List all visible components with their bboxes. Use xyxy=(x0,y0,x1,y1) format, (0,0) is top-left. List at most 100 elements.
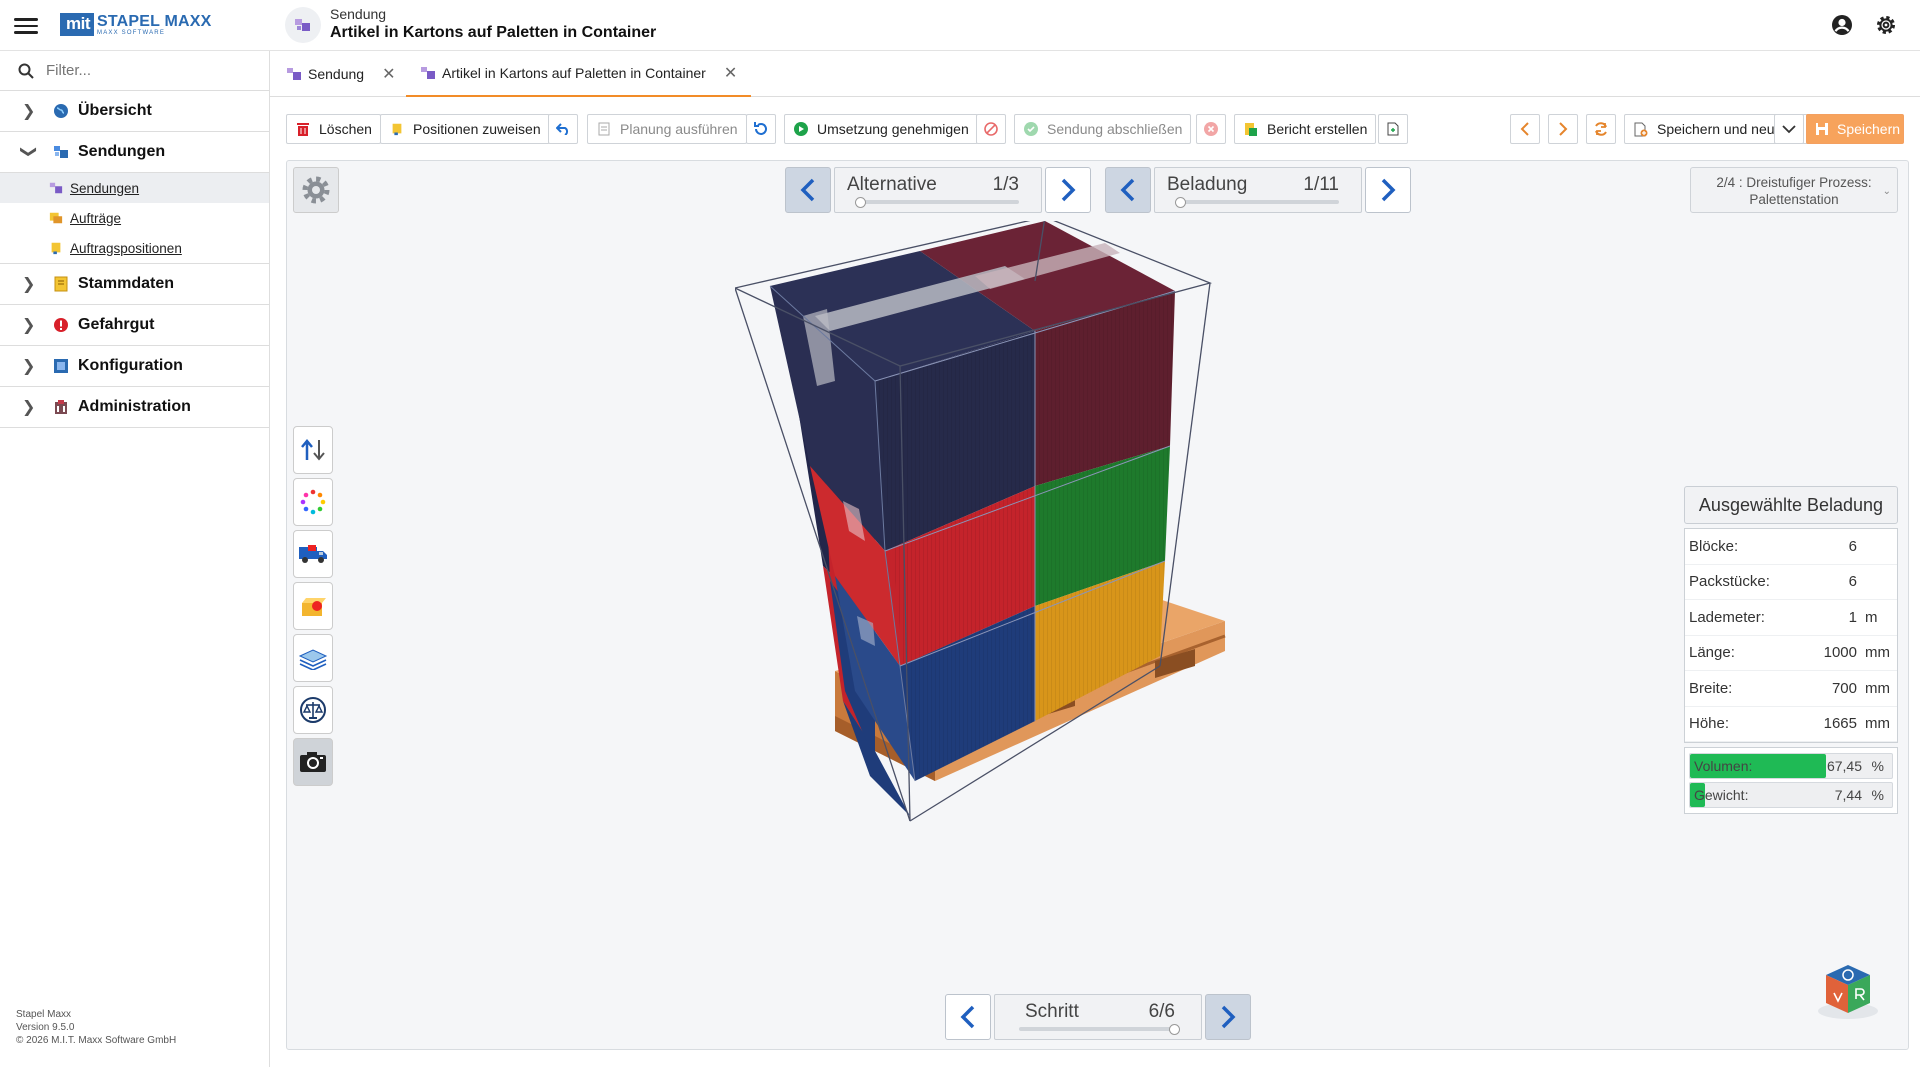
loading-navigator: Beladung 1/11 xyxy=(1105,167,1411,213)
stat-unit: mm xyxy=(1865,644,1890,662)
chevron-right-icon: ❯ xyxy=(22,103,36,120)
color-dots-icon[interactable] xyxy=(293,478,333,526)
tab-sendung[interactable]: Sendung ✕ xyxy=(272,51,409,97)
step-next-button[interactable] xyxy=(1205,994,1251,1040)
close-icon[interactable]: ✕ xyxy=(724,63,737,83)
chevron-right-icon xyxy=(1381,178,1396,202)
sidebar-subitem-label: Aufträge xyxy=(70,210,122,226)
loading-next-button[interactable] xyxy=(1365,167,1411,213)
sidebar-item-uebersicht[interactable]: ❯ Übersicht xyxy=(0,91,269,132)
document-icon xyxy=(596,121,612,137)
run-planning-button[interactable]: Planung ausführen xyxy=(587,114,747,144)
reset-button[interactable] xyxy=(746,114,776,144)
loading-track xyxy=(1179,200,1339,204)
stat-row: Höhe: 1665 mm xyxy=(1685,707,1897,742)
approve-button[interactable]: Umsetzung genehmigen xyxy=(784,114,978,144)
undo-button[interactable] xyxy=(548,114,578,144)
alternative-slider[interactable]: Alternative 1/3 xyxy=(834,167,1042,213)
sidebar-item-gefahrgut[interactable]: ❯ Gefahrgut xyxy=(0,305,269,346)
tab-label: Sendung xyxy=(308,66,365,82)
alternative-next-button[interactable] xyxy=(1045,167,1091,213)
step-slider[interactable]: Schritt 6/6 xyxy=(994,994,1202,1040)
next-record-button[interactable] xyxy=(1548,114,1578,144)
alternative-prev-button[interactable] xyxy=(785,167,831,213)
loading-prev-button[interactable] xyxy=(1105,167,1151,213)
delete-button[interactable]: Löschen xyxy=(286,114,381,144)
export-button[interactable] xyxy=(1378,114,1408,144)
previous-record-button[interactable] xyxy=(1510,114,1540,144)
stat-row: Breite: 700 mm xyxy=(1685,671,1897,707)
chevron-right-icon: ❯ xyxy=(22,317,36,334)
loading-knob[interactable] xyxy=(1175,197,1186,208)
cancel-approval-button[interactable] xyxy=(976,114,1006,144)
sidebar-item-label: Gefahrgut xyxy=(78,316,155,333)
reload-icon xyxy=(1593,121,1609,137)
selected-loading-panel: Ausgewählte Beladung Blöcke: 6 Packstücke… xyxy=(1684,486,1898,814)
scale-icon[interactable] xyxy=(293,686,333,734)
alternative-value: 1/3 xyxy=(992,174,1019,195)
check-icon xyxy=(1023,121,1039,137)
reload-button[interactable] xyxy=(1586,114,1616,144)
sidebar-item-konfiguration[interactable]: ❯ Konfiguration xyxy=(0,346,269,387)
camera-icon[interactable] xyxy=(293,738,333,786)
close-icon[interactable]: ✕ xyxy=(382,64,395,84)
orientation-cube-icon[interactable] xyxy=(1816,959,1880,1025)
assign-positions-button[interactable]: Positionen zuweisen xyxy=(380,114,550,144)
gear-icon[interactable] xyxy=(1874,13,1898,37)
sidebar-item-stammdaten[interactable]: ❯ Stammdaten xyxy=(0,264,269,305)
loading-slider[interactable]: Beladung 1/11 xyxy=(1154,167,1362,213)
sidebar-item-administration[interactable]: ❯ Administration xyxy=(0,387,269,428)
tab-bar: Sendung ✕ Artikel in Kartons auf Palette… xyxy=(270,51,1920,97)
alternative-knob[interactable] xyxy=(855,197,866,208)
sort-arrows-icon[interactable] xyxy=(293,426,333,474)
chevron-right-icon: ❯ xyxy=(22,358,36,375)
button-label: Bericht erstellen xyxy=(1267,121,1368,137)
filter-input[interactable] xyxy=(46,62,246,79)
stat-label: Höhe: xyxy=(1689,715,1730,733)
chevron-right-icon xyxy=(1555,121,1571,137)
shipment-icon xyxy=(52,143,70,161)
tab-artikel[interactable]: Artikel in Kartons auf Paletten in Conta… xyxy=(406,51,752,97)
box-stack xyxy=(769,221,1176,816)
button-label: Positionen zuweisen xyxy=(413,121,541,137)
stat-value: 6 xyxy=(1848,537,1857,555)
sidebar-item-sendungen[interactable]: ❯ Sendungen xyxy=(0,132,269,173)
open-box-icon[interactable] xyxy=(293,582,333,630)
sidebar-subitem-auftraege[interactable]: Aufträge xyxy=(0,203,269,233)
step-navigator: Schritt 6/6 xyxy=(945,994,1251,1040)
truck-icon[interactable] xyxy=(293,530,333,578)
menu-icon[interactable] xyxy=(14,14,38,36)
pallet-3d-view[interactable] xyxy=(735,221,1335,921)
pallet-layers-icon[interactable] xyxy=(293,634,333,682)
undo-icon xyxy=(555,121,571,137)
save-button[interactable]: Speichern xyxy=(1806,114,1904,144)
filter-box xyxy=(0,51,269,91)
save-options-dropdown[interactable] xyxy=(1774,114,1804,144)
load-viewer[interactable]: Alternative 1/3 Beladung 1/11 2/4 : Drei… xyxy=(286,160,1909,1050)
sidebar-subitem-label: Auftragspositionen xyxy=(70,240,182,256)
admin-icon xyxy=(52,398,70,416)
step-track xyxy=(1019,1027,1179,1031)
app-logo[interactable]: mit STAPEL MAXX MAXX SOFTWARE xyxy=(60,13,212,36)
floppy-icon xyxy=(1815,121,1829,137)
volume-bar: Volumen: 67,45 % xyxy=(1689,753,1893,779)
sidebar-subitem-auftragspositionen[interactable]: Auftragspositionen xyxy=(0,233,269,264)
shipment-icon xyxy=(421,67,435,79)
alternative-track xyxy=(859,200,1019,204)
stat-label: Packstücke: xyxy=(1689,573,1770,591)
process-dropdown[interactable]: 2/4 : Dreistufiger Prozess: Palettenstat… xyxy=(1690,167,1898,213)
shipment-icon xyxy=(48,180,64,196)
toolbar: Löschen Positionen zuweisen Planung ausf… xyxy=(270,97,1920,159)
create-report-button[interactable]: Bericht erstellen xyxy=(1234,114,1377,144)
new-document-icon xyxy=(1633,121,1649,137)
step-prev-button[interactable] xyxy=(945,994,991,1040)
close-shipment-button[interactable]: Sendung abschließen xyxy=(1014,114,1192,144)
cancel-close-button[interactable] xyxy=(1196,114,1226,144)
step-knob[interactable] xyxy=(1169,1024,1180,1035)
user-icon[interactable] xyxy=(1830,13,1854,37)
order-position-icon xyxy=(48,240,64,256)
viewer-settings-button[interactable] xyxy=(293,167,339,213)
chevron-down-icon: ❯ xyxy=(20,145,37,159)
sidebar-subitem-sendungen[interactable]: Sendungen xyxy=(0,173,269,203)
cancel-icon xyxy=(1203,121,1219,137)
